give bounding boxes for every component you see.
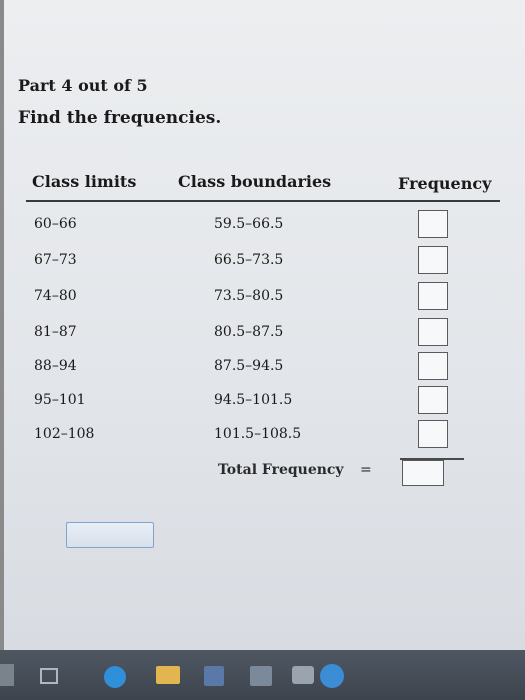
total-frequency-label: Total Frequency (218, 462, 344, 478)
frequency-input-2[interactable] (418, 246, 448, 274)
class-limits-cell: 88–94 (34, 358, 77, 374)
frequency-input-7[interactable] (418, 420, 448, 448)
total-equals-sign: = (360, 462, 372, 478)
class-limits-cell: 95–101 (34, 392, 86, 408)
task-view-icon[interactable] (40, 668, 58, 684)
check-answer-button[interactable] (66, 522, 154, 548)
store-icon[interactable] (204, 666, 224, 686)
screen: Part 4 out of 5 Find the frequencies. Cl… (0, 0, 525, 650)
class-limits-cell: 102–108 (34, 426, 95, 442)
header-divider (26, 200, 500, 202)
frequency-input-4[interactable] (418, 318, 448, 346)
class-boundaries-cell: 101.5–108.5 (214, 426, 302, 442)
table-row: 95–101 94.5–101.5 (26, 384, 502, 418)
internet-explorer-icon[interactable] (320, 664, 344, 688)
table-row: 88–94 87.5–94.5 (26, 350, 502, 384)
start-edge-icon[interactable] (0, 664, 14, 686)
class-boundaries-cell: 59.5–66.5 (214, 216, 284, 232)
header-frequency: Frequency (398, 174, 492, 193)
taskbar (0, 650, 525, 700)
file-explorer-icon[interactable] (156, 666, 180, 684)
table-row: 67–73 66.5–73.5 (26, 244, 502, 278)
frequency-input-5[interactable] (418, 352, 448, 380)
mail-icon[interactable] (292, 666, 314, 684)
class-boundaries-cell: 94.5–101.5 (214, 392, 293, 408)
class-limits-cell: 81–87 (34, 324, 77, 340)
class-limits-cell: 67–73 (34, 252, 77, 268)
header-class-limits: Class limits (32, 172, 137, 191)
table-row: 60–66 59.5–66.5 (26, 208, 502, 242)
frequency-input-1[interactable] (418, 210, 448, 238)
part-title: Part 4 out of 5 (18, 76, 148, 95)
monitor-bezel (0, 0, 4, 700)
class-limits-cell: 60–66 (34, 216, 77, 232)
frequency-table: Class limits Class boundaries Frequency … (26, 168, 502, 460)
edge-browser-icon[interactable] (104, 666, 126, 688)
class-boundaries-cell: 80.5–87.5 (214, 324, 284, 340)
class-boundaries-cell: 87.5–94.5 (214, 358, 284, 374)
class-boundaries-cell: 66.5–73.5 (214, 252, 284, 268)
class-limits-cell: 74–80 (34, 288, 77, 304)
header-class-boundaries: Class boundaries (178, 172, 332, 191)
table-row: 81–87 80.5–87.5 (26, 316, 502, 350)
total-frequency-input[interactable] (402, 460, 444, 486)
table-row: 102–108 101.5–108.5 (26, 418, 502, 452)
instruction-text: Find the frequencies. (18, 108, 222, 128)
frequency-input-3[interactable] (418, 282, 448, 310)
table-row: 74–80 73.5–80.5 (26, 280, 502, 314)
frequency-input-6[interactable] (418, 386, 448, 414)
app-icon[interactable] (250, 666, 272, 686)
class-boundaries-cell: 73.5–80.5 (214, 288, 284, 304)
